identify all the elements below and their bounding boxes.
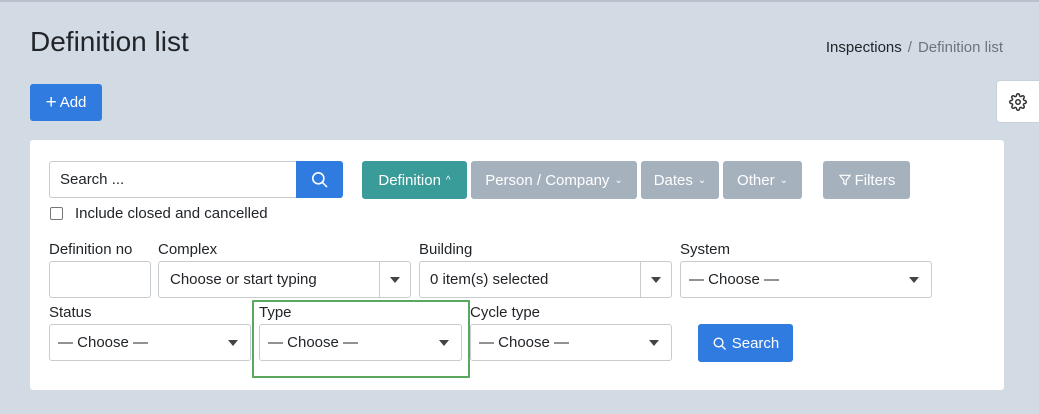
add-button-label: Add: [59, 94, 87, 111]
include-closed-label: Include closed and cancelled: [75, 205, 268, 222]
caret-down-icon[interactable]: [651, 277, 661, 283]
tab-person-company[interactable]: Person / Company ⌄: [471, 161, 637, 199]
breadcrumb-inspections-link[interactable]: Inspections: [826, 39, 902, 56]
type-value: — Choose —: [268, 334, 359, 351]
caret-down-icon: [909, 277, 919, 283]
add-button[interactable]: + Add: [30, 84, 102, 121]
search-icon: [713, 337, 726, 350]
system-select[interactable]: — Choose —: [680, 261, 932, 298]
funnel-icon: [838, 174, 851, 186]
caret-down-icon: [439, 340, 449, 346]
combo-divider: [640, 262, 641, 297]
include-closed-row[interactable]: Include closed and cancelled: [50, 205, 268, 222]
building-value: 0 item(s) selected: [430, 271, 549, 288]
chevron-up-icon: ^: [445, 174, 451, 186]
caret-down-icon[interactable]: [390, 277, 400, 283]
type-label: Type: [259, 304, 292, 321]
top-border: [0, 0, 1039, 2]
page-title: Definition list: [30, 26, 189, 57]
breadcrumb: Inspections / Definition list: [826, 39, 1003, 56]
complex-value: Choose or start typing: [170, 271, 317, 288]
chevron-down-icon: ⌄: [614, 174, 623, 186]
tab-dates-label: Dates: [653, 171, 693, 189]
settings-tab[interactable]: [996, 80, 1039, 123]
filters-button[interactable]: Filters: [823, 161, 910, 199]
complex-combobox[interactable]: Choose or start typing: [158, 261, 411, 298]
search-icon-button[interactable]: [296, 161, 343, 198]
status-select[interactable]: — Choose —: [49, 324, 251, 361]
tab-definition-label: Definition: [378, 171, 441, 189]
tab-other-label: Other: [737, 171, 775, 189]
filter-card: Definition ^ Person / Company ⌄ Dates ⌄ …: [30, 140, 1004, 390]
building-multiselect[interactable]: 0 item(s) selected: [419, 261, 672, 298]
chevron-down-icon: ⌄: [779, 174, 788, 186]
cycle-type-value: — Choose —: [479, 334, 570, 351]
search-input[interactable]: [49, 161, 297, 198]
include-closed-checkbox[interactable]: [50, 207, 63, 220]
building-label: Building: [419, 241, 473, 258]
status-label: Status: [49, 304, 92, 321]
breadcrumb-separator: /: [907, 39, 912, 56]
type-select[interactable]: — Choose —: [259, 324, 462, 361]
search-button[interactable]: Search: [698, 324, 793, 362]
status-value: — Choose —: [58, 334, 149, 351]
tab-dates[interactable]: Dates ⌄: [641, 161, 719, 199]
definition-no-label: Definition no: [49, 241, 133, 258]
definition-no-input[interactable]: [49, 261, 151, 298]
system-value: — Choose —: [689, 271, 780, 288]
system-label: System: [680, 241, 731, 258]
tab-person-company-label: Person / Company: [485, 171, 610, 189]
tab-other[interactable]: Other ⌄: [723, 161, 802, 199]
tab-definition[interactable]: Definition ^: [362, 161, 467, 199]
combo-divider: [379, 262, 380, 297]
gear-icon: [1009, 92, 1027, 111]
cycle-type-select[interactable]: — Choose —: [470, 324, 672, 361]
cycle-type-label: Cycle type: [470, 304, 541, 321]
search-icon: [311, 171, 328, 188]
search-button-label: Search: [731, 334, 780, 352]
breadcrumb-current: Definition list: [917, 39, 1003, 56]
caret-down-icon: [228, 340, 238, 346]
plus-icon: +: [45, 92, 57, 113]
complex-label: Complex: [158, 241, 218, 258]
filters-button-label: Filters: [854, 171, 896, 189]
chevron-down-icon: ⌄: [697, 174, 707, 186]
caret-down-icon: [649, 340, 659, 346]
